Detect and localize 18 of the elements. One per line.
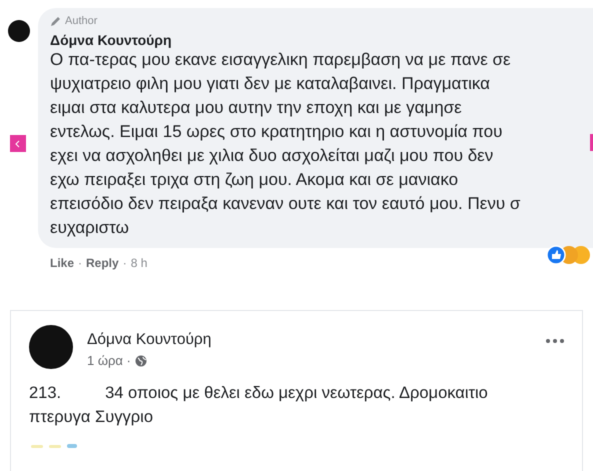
comment-action-link[interactable]: Like [50,256,74,270]
back-arrow-button[interactable] [10,135,26,152]
author-label: Author [65,15,98,27]
more-options-icon[interactable] [546,339,564,343]
comment-text: Ο πα-τερας μου εκανε εισαγγελικη παρεμβαση να με πανε σε ψυχιατρειο φιλη μου γιατι δεν με καταλαβαινει. Πραγματικα ειμαι στα καλυτερα μου αυτην την εποχη και με γαμησε εντελως. Ειμαι 15 ωρες στο κρατητηριο και η αστυνομία που εχει να ασχοληθει με χιλια δυο ασχολείται μαζι μου που δεν εχω πειραξει τριχα στη ζωη μου. Ακομα και σε μανιακο επεισόδιο δεν πειραξα κανεναν ουτε και τον εαυτό μου. Πενυ σ ευχαριστω [50,49,520,239]
pencil-icon [50,15,62,27]
comment-action-link[interactable]: Reply [86,256,119,270]
chevron-left-icon [14,140,22,148]
post-author[interactable]: Δόμνα Κουντούρη [87,331,212,349]
comment-author[interactable]: Δόμνα Κουντούρη [50,32,593,48]
separator-dot: · [78,256,82,270]
separator-dot: · [122,256,127,270]
avatar [29,325,73,369]
avatar [8,20,30,42]
globe-icon [134,354,147,366]
comment-time: 8 h [130,256,148,270]
post-time[interactable]: 1 ώρα · [87,353,131,368]
post-text: 213. 34 οποιος με θελει εδω μεχρι νεωτερας. Δρομοκαιτιο πτερυγα Συγγριο [29,383,489,428]
